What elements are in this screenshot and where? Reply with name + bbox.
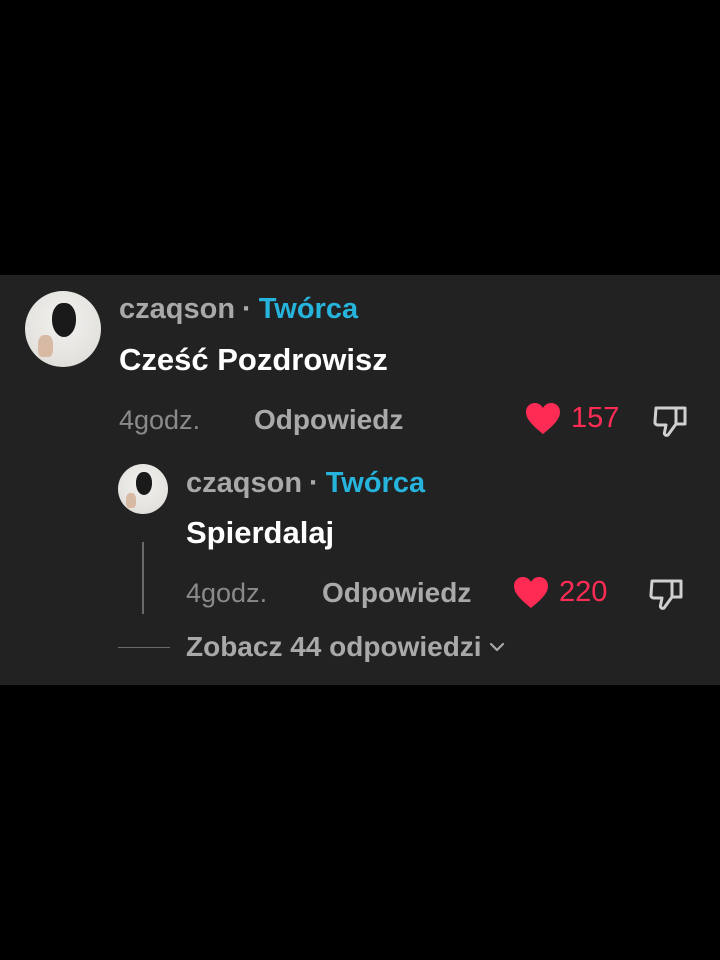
heart-icon [526,403,560,434]
reply-like-button[interactable]: 220 [513,576,607,609]
username[interactable]: czaqson [119,293,235,325]
reply-username[interactable]: czaqson [186,467,302,499]
reply-button[interactable]: Odpowiedz [254,404,403,436]
comment-panel: czaqson · Twórca Cześć Pozdrowisz 4godz. O… [0,275,720,685]
creator-badge: Twórca [325,467,426,499]
avatar-hand [38,335,53,357]
reply-time: 4godz. [186,578,268,608]
chevron-down-icon [489,642,504,652]
comment-text: Cześć Pozdrowisz [119,342,388,377]
thumbs-down-icon[interactable] [652,404,688,438]
avatar-figure [136,472,152,495]
avatar[interactable] [25,291,101,367]
like-button[interactable]: 157 [525,402,619,435]
creator-badge: Twórca [258,293,359,325]
thread-line [142,542,144,614]
separator: · [309,467,319,499]
view-replies-label: Zobacz 44 odpowiedzi [186,631,482,662]
like-count: 220 [559,576,608,608]
thumbs-down-icon[interactable] [648,577,684,611]
avatar-hand [126,493,136,508]
screen: czaqson · Twórca Cześć Pozdrowisz 4godz. O… [0,0,720,960]
like-count: 157 [571,402,620,434]
view-replies-button[interactable]: Zobacz 44 odpowiedzi [186,631,506,663]
heart-icon [514,577,548,608]
comment-time: 4godz. [119,405,201,435]
reply-reply-button[interactable]: Odpowiedz [322,577,471,609]
reply-header: czaqson · Twórca [186,467,425,500]
separator: · [242,293,252,325]
reply-text: Spierdalaj [186,515,335,550]
comment-header: czaqson · Twórca [119,293,358,326]
avatar-figure [52,303,76,337]
divider [118,647,170,648]
reply-avatar[interactable] [118,464,168,514]
